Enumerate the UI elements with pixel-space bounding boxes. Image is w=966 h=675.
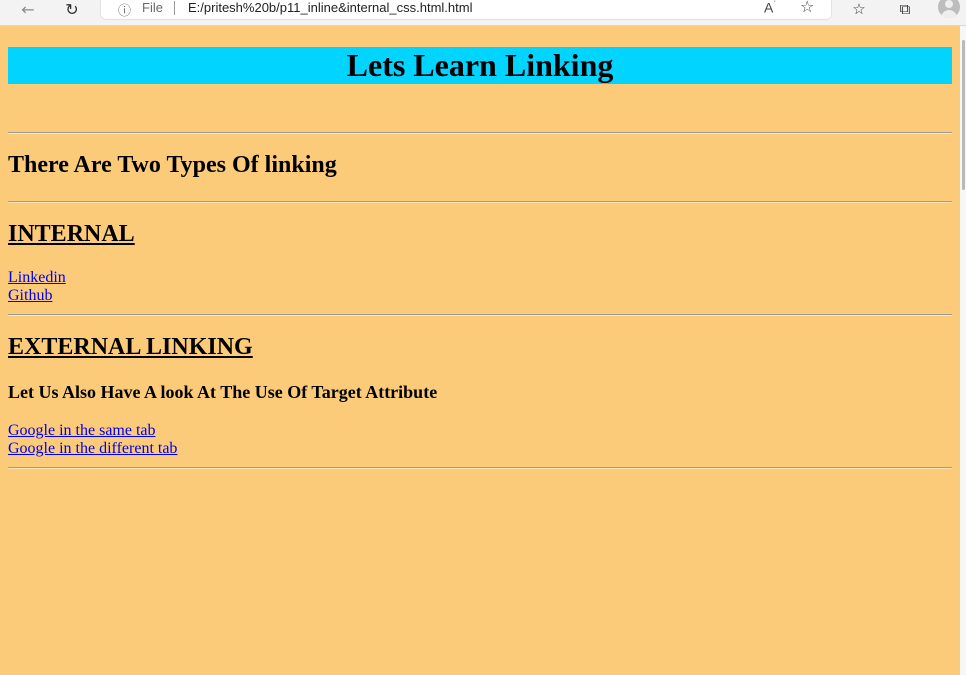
horizontal-rule xyxy=(8,314,952,316)
scrollbar-thumb[interactable] xyxy=(962,40,965,190)
google-different-tab-link[interactable]: Google in the different tab xyxy=(8,440,177,458)
web-page: Lets Learn Linking There Are Two Types O… xyxy=(0,26,960,675)
back-arrow-icon[interactable]: ← xyxy=(16,0,40,19)
page-title: Lets Learn Linking xyxy=(346,47,614,83)
info-icon[interactable]: ⓘ xyxy=(118,0,131,19)
linkedin-link[interactable]: Linkedin xyxy=(8,269,66,287)
address-bar[interactable]: ⓘ File E:/pritesh%20b/p11_inline&interna… xyxy=(100,0,832,20)
types-heading: There Are Two Types Of linking xyxy=(8,152,337,178)
google-same-tab-link[interactable]: Google in the same tab xyxy=(8,422,156,440)
refresh-icon[interactable]: ↻ xyxy=(60,0,84,19)
favorites-icon[interactable]: ☆ xyxy=(846,0,872,18)
target-attribute-heading: Let Us Also Have A look At The Use Of Ta… xyxy=(8,382,438,402)
add-favorite-icon[interactable]: ☆ xyxy=(800,0,814,16)
url-text[interactable]: E:/pritesh%20b/p11_inline&internal_css.h… xyxy=(188,0,472,15)
horizontal-rule xyxy=(8,201,952,203)
github-link[interactable]: Github xyxy=(8,287,52,305)
read-aloud-icon[interactable]: Aˈ xyxy=(764,0,776,16)
horizontal-rule xyxy=(8,132,952,134)
horizontal-rule xyxy=(8,467,952,469)
browser-toolbar: ← ↻ ⓘ File E:/pritesh%20b/p11_inline&int… xyxy=(0,0,966,26)
external-heading: EXTERNAL LINKING xyxy=(8,334,253,360)
internal-heading: INTERNAL xyxy=(8,221,135,247)
page-title-banner: Lets Learn Linking xyxy=(8,47,952,84)
vertical-scrollbar[interactable] xyxy=(960,26,966,675)
file-label: File xyxy=(142,0,163,15)
address-divider xyxy=(174,1,175,15)
collections-icon[interactable]: ⧉ xyxy=(892,0,918,18)
profile-avatar-icon[interactable] xyxy=(938,0,960,18)
